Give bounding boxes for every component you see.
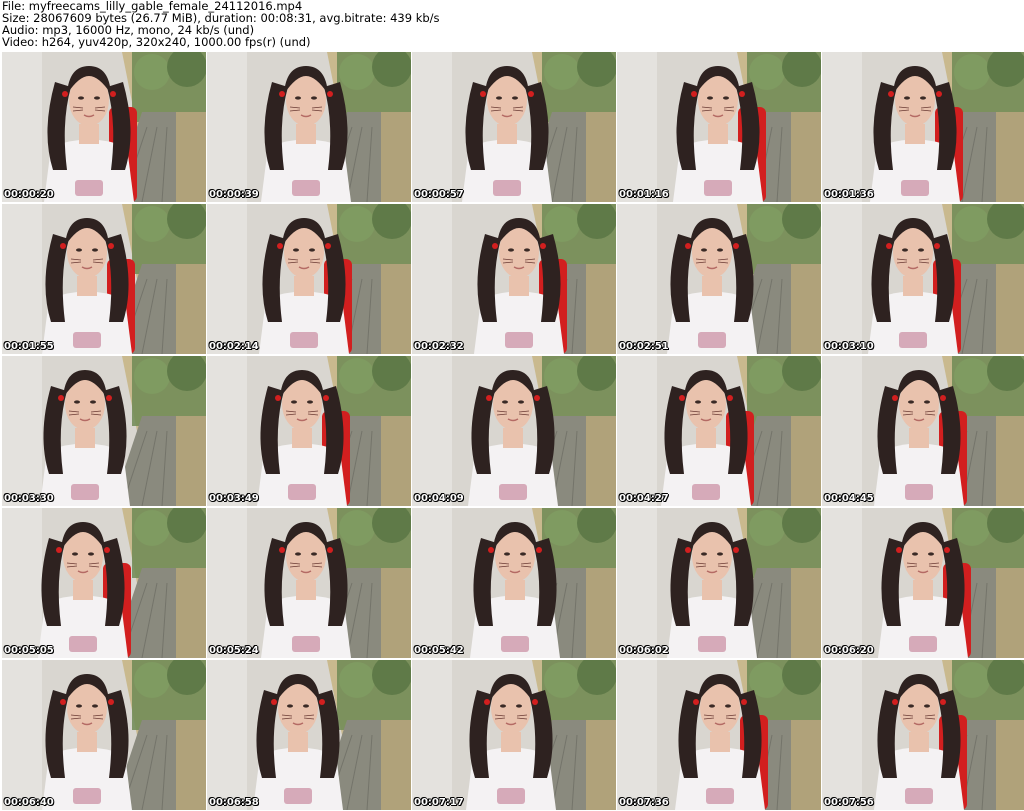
video-frame-thumbnail: 00:07:17 (412, 660, 616, 810)
frame-scene-image (412, 660, 616, 810)
frame-timestamp: 00:01:55 (4, 341, 54, 352)
video-frame-thumbnail: 00:00:39 (207, 52, 411, 202)
video-frame-thumbnail: 00:01:16 (617, 52, 821, 202)
frame-timestamp: 00:07:17 (414, 797, 464, 808)
frame-timestamp: 00:04:27 (619, 493, 669, 504)
video-frame-thumbnail: 00:03:10 (822, 204, 1024, 354)
frame-timestamp: 00:04:09 (414, 493, 464, 504)
frame-timestamp: 00:02:14 (209, 341, 259, 352)
frame-scene-image (2, 660, 206, 810)
frame-timestamp: 00:06:58 (209, 797, 259, 808)
frame-scene-image (412, 508, 616, 658)
frame-timestamp: 00:05:42 (414, 645, 464, 656)
video-frame-thumbnail: 00:06:20 (822, 508, 1024, 658)
video-frame-thumbnail: 00:07:36 (617, 660, 821, 810)
frame-scene-image (617, 52, 821, 202)
video-frame-thumbnail: 00:03:30 (2, 356, 206, 506)
frame-scene-image (2, 356, 206, 506)
thumbnail-grid: 00:00:20 00:00:39 00:00:57 00:01:16 00:0… (0, 52, 1024, 811)
frame-scene-image (822, 508, 1024, 658)
video-frame-thumbnail: 00:01:36 (822, 52, 1024, 202)
video-frame-thumbnail: 00:05:42 (412, 508, 616, 658)
video-frame-thumbnail: 00:06:02 (617, 508, 821, 658)
frame-timestamp: 00:01:16 (619, 189, 669, 200)
frame-scene-image (412, 52, 616, 202)
frame-timestamp: 00:03:10 (824, 341, 874, 352)
frame-timestamp: 00:02:32 (414, 341, 464, 352)
frame-timestamp: 00:02:51 (619, 341, 669, 352)
video-frame-thumbnail: 00:02:14 (207, 204, 411, 354)
video-frame-thumbnail: 00:06:58 (207, 660, 411, 810)
frame-timestamp: 00:05:24 (209, 645, 259, 656)
frame-scene-image (822, 356, 1024, 506)
video-frame-thumbnail: 00:02:51 (617, 204, 821, 354)
frame-timestamp: 00:01:36 (824, 189, 874, 200)
frame-timestamp: 00:05:05 (4, 645, 54, 656)
frame-scene-image (617, 660, 821, 810)
frame-scene-image (822, 204, 1024, 354)
frame-scene-image (412, 204, 616, 354)
frame-timestamp: 00:07:36 (619, 797, 669, 808)
frame-timestamp: 00:04:45 (824, 493, 874, 504)
frame-scene-image (617, 356, 821, 506)
frame-scene-image (412, 356, 616, 506)
frame-timestamp: 00:06:02 (619, 645, 669, 656)
frame-scene-image (207, 204, 411, 354)
video-frame-thumbnail: 00:02:32 (412, 204, 616, 354)
frame-timestamp: 00:06:40 (4, 797, 54, 808)
frame-timestamp: 00:03:30 (4, 493, 54, 504)
video-frame-thumbnail: 00:01:55 (2, 204, 206, 354)
video-frame-thumbnail: 00:04:27 (617, 356, 821, 506)
frame-timestamp: 00:03:49 (209, 493, 259, 504)
video-frame-thumbnail: 00:03:49 (207, 356, 411, 506)
frame-scene-image (617, 204, 821, 354)
frame-timestamp: 00:06:20 (824, 645, 874, 656)
frame-scene-image (2, 508, 206, 658)
frame-timestamp: 00:00:57 (414, 189, 464, 200)
video-info-line: Video: h264, yuv420p, 320x240, 1000.00 f… (2, 35, 311, 49)
video-frame-thumbnail: 00:04:45 (822, 356, 1024, 506)
video-frame-thumbnail: 00:06:40 (2, 660, 206, 810)
video-frame-thumbnail: 00:05:05 (2, 508, 206, 658)
video-frame-thumbnail: 00:07:56 (822, 660, 1024, 810)
frame-scene-image (822, 660, 1024, 810)
frame-timestamp: 00:00:20 (4, 189, 54, 200)
frame-timestamp: 00:00:39 (209, 189, 259, 200)
frame-scene-image (617, 508, 821, 658)
frame-scene-image (207, 508, 411, 658)
video-frame-thumbnail: 00:04:09 (412, 356, 616, 506)
video-frame-thumbnail: 00:00:57 (412, 52, 616, 202)
frame-scene-image (2, 204, 206, 354)
frame-scene-image (207, 52, 411, 202)
video-frame-thumbnail: 00:05:24 (207, 508, 411, 658)
frame-scene-image (822, 52, 1024, 202)
frame-timestamp: 00:07:56 (824, 797, 874, 808)
video-frame-thumbnail: 00:00:20 (2, 52, 206, 202)
file-info-header: File: myfreecams_lilly_gable_female_2411… (2, 0, 1022, 50)
frame-scene-image (2, 52, 206, 202)
frame-scene-image (207, 660, 411, 810)
frame-scene-image (207, 356, 411, 506)
